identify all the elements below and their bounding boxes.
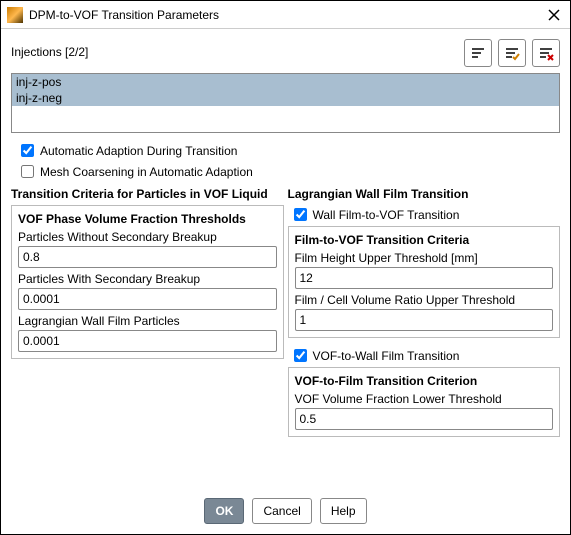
close-icon[interactable] [544,5,564,25]
help-button[interactable]: Help [320,498,367,524]
film-to-vof-title: Film-to-VOF Transition Criteria [295,233,554,247]
injections-label: Injections [2/2] [11,39,464,59]
wall-to-vof-label: Wall Film-to-VOF Transition [313,208,460,222]
g2f1-label: VOF Volume Fraction Lower Threshold [295,392,554,406]
injections-header: Injections [2/2] [11,39,560,67]
g1f2-input[interactable] [295,309,554,331]
g1f1-input[interactable] [295,267,554,289]
f1-input[interactable] [18,246,277,268]
titlebar: DPM-to-VOF Transition Parameters [1,1,570,29]
vof-to-wall-checkbox[interactable] [294,349,307,362]
f3-input[interactable] [18,330,277,352]
auto-adapt-checkbox[interactable] [21,144,34,157]
left-column: Transition Criteria for Particles in VOF… [11,187,284,445]
f2-input[interactable] [18,288,277,310]
vof-to-film-title: VOF-to-Film Transition Criterion [295,374,554,388]
ok-button[interactable]: OK [204,498,244,524]
button-row: OK Cancel Help [1,498,570,524]
wall-to-vof-row: Wall Film-to-VOF Transition [290,205,561,224]
list-check-icon[interactable] [498,39,526,67]
left-section-title: Transition Criteria for Particles in VOF… [11,187,284,201]
dialog-window: DPM-to-VOF Transition Parameters Injecti… [0,0,571,535]
mesh-coarsen-checkbox[interactable] [21,165,34,178]
g1f1-label: Film Height Upper Threshold [mm] [295,251,554,265]
vof-to-wall-label: VOF-to-Wall Film Transition [313,349,460,363]
mesh-coarsen-row: Mesh Coarsening in Automatic Adaption [17,162,560,181]
f2-label: Particles With Secondary Breakup [18,272,277,286]
g1f2-label: Film / Cell Volume Ratio Upper Threshold [295,293,554,307]
list-item[interactable]: inj-z-pos [12,74,559,90]
content-area: Injections [2/2] inj-z-pos inj-z-neg Aut… [1,29,570,455]
cancel-button[interactable]: Cancel [252,498,311,524]
vof-thresholds-group: VOF Phase Volume Fraction Thresholds Par… [11,205,284,359]
injections-listbox[interactable]: inj-z-pos inj-z-neg [11,73,560,133]
auto-adapt-row: Automatic Adaption During Transition [17,141,560,160]
film-to-vof-group: Film-to-VOF Transition Criteria Film Hei… [288,226,561,338]
wall-to-vof-checkbox[interactable] [294,208,307,221]
list-toolbar [464,39,560,67]
g2f1-input[interactable] [295,408,554,430]
window-title: DPM-to-VOF Transition Parameters [29,8,544,22]
vof-to-film-group: VOF-to-Film Transition Criterion VOF Vol… [288,367,561,437]
list-item[interactable]: inj-z-neg [12,90,559,106]
columns: Transition Criteria for Particles in VOF… [11,187,560,445]
mesh-coarsen-label: Mesh Coarsening in Automatic Adaption [40,165,253,179]
vof-thresholds-title: VOF Phase Volume Fraction Thresholds [18,212,277,226]
list-delete-icon[interactable] [532,39,560,67]
list-icon[interactable] [464,39,492,67]
right-section-title: Lagrangian Wall Film Transition [288,187,561,201]
vof-to-wall-row: VOF-to-Wall Film Transition [290,346,561,365]
f1-label: Particles Without Secondary Breakup [18,230,277,244]
f3-label: Lagrangian Wall Film Particles [18,314,277,328]
auto-adapt-label: Automatic Adaption During Transition [40,144,237,158]
app-icon [7,7,23,23]
right-column: Lagrangian Wall Film Transition Wall Fil… [288,187,561,445]
